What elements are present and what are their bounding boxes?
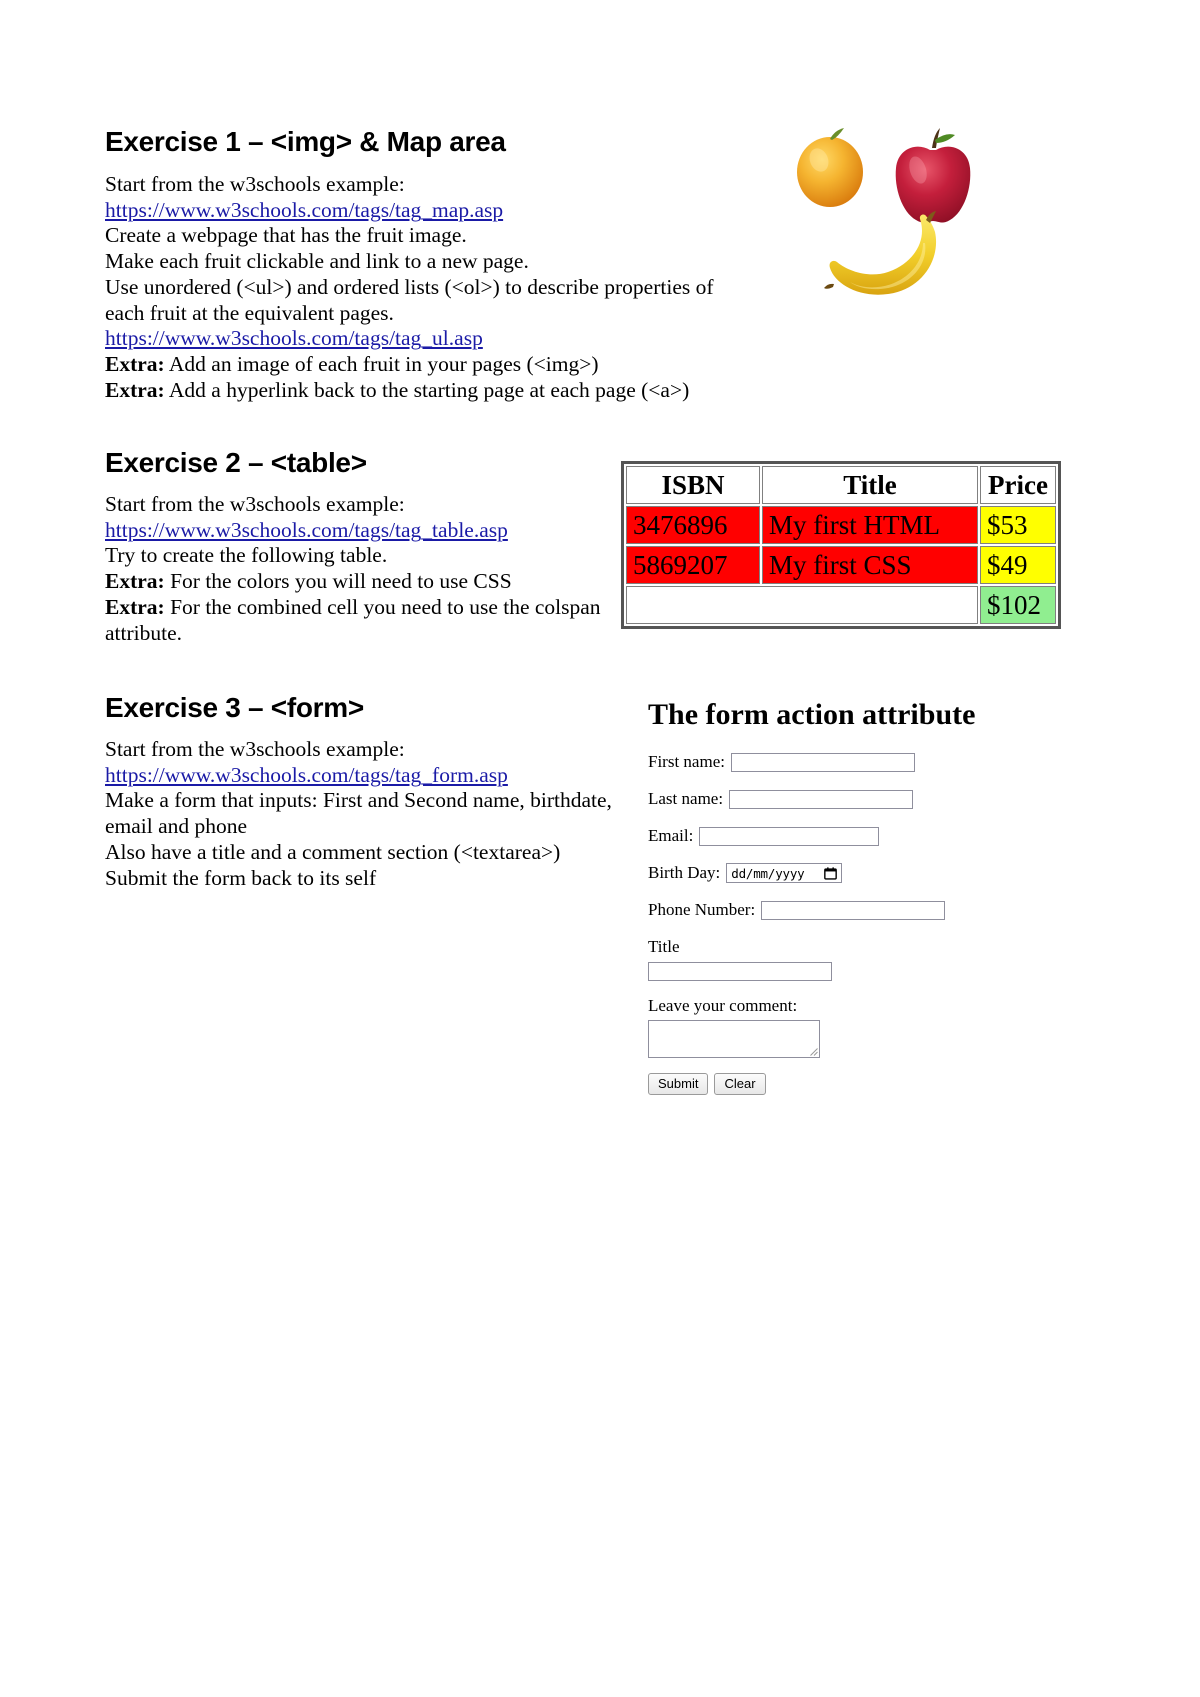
field-row-last-name: Last name: xyxy=(648,789,1068,809)
extra-text: Add an image of each fruit in your pages… xyxy=(164,351,599,376)
phone-number-input[interactable] xyxy=(761,900,946,920)
submit-button[interactable]: Submit xyxy=(648,1073,709,1095)
extra-text: Add a hyperlink back to the starting pag… xyxy=(164,377,690,402)
link-tag-ul[interactable]: https://www.w3schools.com/tags/tag_ul.as… xyxy=(105,326,483,350)
comment-textarea[interactable] xyxy=(648,1020,820,1058)
form-action-title: The form action attribute xyxy=(648,698,976,731)
ex3-line-2: Make a form that inputs: First and Secon… xyxy=(105,788,612,839)
table-row: 5869207 My first CSS $49 xyxy=(626,546,1056,584)
table-total-row: $102 xyxy=(626,586,1056,624)
email-label: Email: xyxy=(648,826,694,845)
exercise-1-body: Start from the w3schools example: https:… xyxy=(105,172,725,403)
field-row-phone-number: Phone Number: xyxy=(648,900,1068,920)
th-title: Title xyxy=(762,466,978,504)
title-input[interactable] xyxy=(648,962,832,981)
table-row: 3476896 My first HTML $53 xyxy=(626,506,1056,544)
document-page: Exercise 1 – <img> & Map area Start from… xyxy=(0,0,1200,1697)
cell-price: $53 xyxy=(980,506,1056,544)
date-placeholder-text: dd/mm/yyyy xyxy=(731,865,805,881)
cell-title: My first HTML xyxy=(762,506,978,544)
first-name-label: First name: xyxy=(648,752,725,771)
table-header-row: ISBN Title Price xyxy=(626,466,1056,504)
field-block-comment: Leave your comment: xyxy=(648,996,1068,1058)
cell-title: My first CSS xyxy=(762,546,978,584)
ex1-line-1: Start from the w3schools example: xyxy=(105,172,405,196)
ex1-extra-2: Extra: Add a hyperlink back to the start… xyxy=(105,378,725,404)
form-preview: The form action attribute First name: La… xyxy=(648,698,1068,1095)
cell-isbn: 3476896 xyxy=(626,506,760,544)
exercise-2-body: Start from the w3schools example: https:… xyxy=(105,492,645,646)
field-row-email: Email: xyxy=(648,826,1068,846)
apple-icon xyxy=(895,128,971,223)
link-tag-map[interactable]: https://www.w3schools.com/tags/tag_map.a… xyxy=(105,198,503,222)
exercise-2-heading: Exercise 2 – <table> xyxy=(105,447,367,478)
cell-price: $49 xyxy=(980,546,1056,584)
clear-button[interactable]: Clear xyxy=(714,1073,766,1095)
cell-isbn: 5869207 xyxy=(626,546,760,584)
field-block-title: Title xyxy=(648,937,1068,981)
extra-text: For the combined cell you need to use th… xyxy=(105,594,601,645)
calendar-icon[interactable] xyxy=(824,866,838,880)
phone-number-label: Phone Number: xyxy=(648,900,756,919)
title-label: Title xyxy=(648,937,680,956)
extra-text: For the colors you will need to use CSS xyxy=(164,569,512,594)
banana-icon xyxy=(824,211,937,295)
ex3-line-1: Start from the w3schools example: xyxy=(105,737,405,761)
ex2-line-1: Start from the w3schools example: xyxy=(105,492,405,516)
birth-day-date-input[interactable]: dd/mm/yyyy xyxy=(726,863,843,883)
email-input[interactable] xyxy=(699,826,880,846)
first-name-input[interactable] xyxy=(730,752,915,772)
fruit-image xyxy=(775,120,1025,320)
cell-spanned-empty xyxy=(626,586,978,624)
field-row-first-name: First name: xyxy=(648,752,1068,772)
ex1-extra-1: Extra: Add an image of each fruit in you… xyxy=(105,352,725,378)
ex2-extra-2: Extra: For the combined cell you need to… xyxy=(105,595,645,646)
ex2-extra-1: Extra: For the colors you will need to u… xyxy=(105,569,645,595)
ex3-line-4: Submit the form back to its self xyxy=(105,865,377,890)
birth-day-label: Birth Day: xyxy=(648,863,721,882)
extra-label: Extra: xyxy=(105,569,165,594)
ex1-line-3: Make each fruit clickable and link to a … xyxy=(105,249,529,274)
comment-label: Leave your comment: xyxy=(648,996,798,1015)
form-button-row: Submit Clear xyxy=(648,1073,1068,1095)
extra-label: Extra: xyxy=(105,594,165,619)
exercise-3-heading: Exercise 3 – <form> xyxy=(105,692,364,723)
ex3-line-3: Also have a title and a comment section … xyxy=(105,839,561,864)
ex2-line-2: Try to create the following table. xyxy=(105,543,388,568)
isbn-table-container: ISBN Title Price 3476896 My first HTML $… xyxy=(621,461,1061,629)
ex1-line-2: Create a webpage that has the fruit imag… xyxy=(105,223,467,248)
extra-label: Extra: xyxy=(105,377,165,402)
resize-grip-icon[interactable] xyxy=(809,1047,818,1056)
last-name-label: Last name: xyxy=(648,789,724,808)
cell-total-price: $102 xyxy=(980,586,1056,624)
exercise-1-heading: Exercise 1 – <img> & Map area xyxy=(105,126,506,157)
link-tag-table[interactable]: https://www.w3schools.com/tags/tag_table… xyxy=(105,518,508,542)
extra-label: Extra: xyxy=(105,351,165,376)
link-tag-form[interactable]: https://www.w3schools.com/tags/tag_form.… xyxy=(105,763,508,787)
th-isbn: ISBN xyxy=(626,466,760,504)
ex1-line-4: Use unordered (<ul>) and ordered lists (… xyxy=(105,274,714,325)
last-name-input[interactable] xyxy=(729,789,914,809)
isbn-table: ISBN Title Price 3476896 My first HTML $… xyxy=(621,461,1061,629)
field-row-birth-day: Birth Day: dd/mm/yyyy xyxy=(648,863,1068,883)
th-price: Price xyxy=(980,466,1056,504)
exercise-3-body: Start from the w3schools example: https:… xyxy=(105,737,645,891)
apricot-icon xyxy=(797,128,863,207)
